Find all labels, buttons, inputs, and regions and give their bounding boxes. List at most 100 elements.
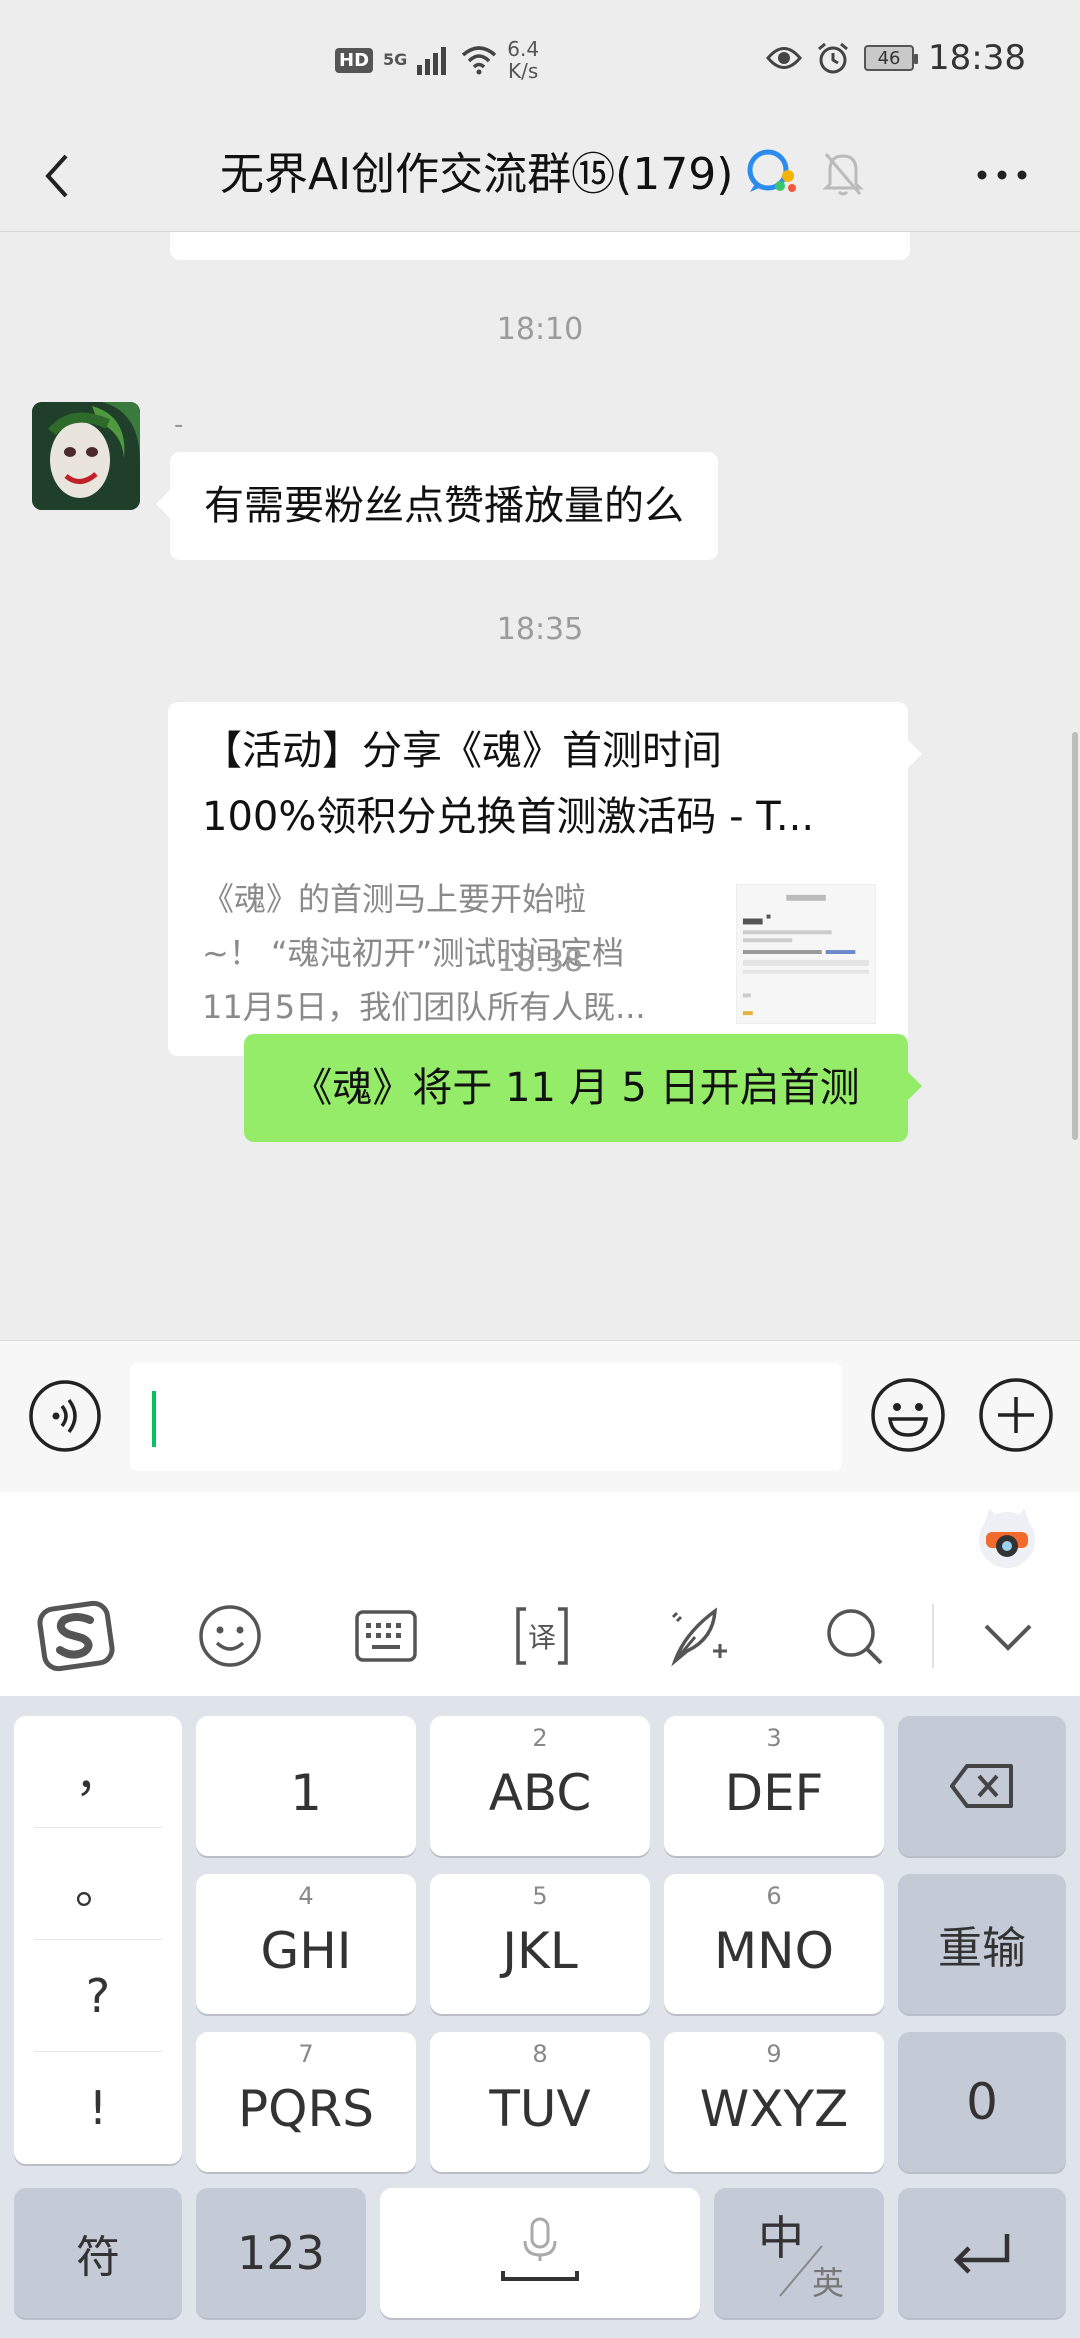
- card-title-line: 【活动】分享《魂》首测时间: [202, 728, 722, 774]
- link-card[interactable]: 【活动】分享《魂》首测时间 100%领积分兑换首测激活码 - T... 《魂》的…: [168, 702, 922, 1056]
- key-5[interactable]: 5 JKL: [430, 1874, 650, 2014]
- language-switch-key[interactable]: 中 英: [714, 2188, 884, 2318]
- message-bubble[interactable]: 有需要粉丝点赞播放量的么: [156, 452, 718, 560]
- message-list[interactable]: 18:10 - 有需要粉丝点赞播放量的么 18:35 【活动】分享《魂》首测时间…: [0, 232, 1080, 1340]
- key-1[interactable]: 1: [196, 1716, 416, 1856]
- key-number: 2: [532, 1724, 548, 1752]
- symbols-key[interactable]: 符: [14, 2188, 182, 2318]
- key-label: TUV: [489, 2080, 591, 2138]
- my-message-bubble[interactable]: 《魂》将于 11 月 5 日开启首测: [244, 1034, 922, 1142]
- numbers-key[interactable]: 123: [196, 2188, 366, 2318]
- svg-text:译: 译: [528, 1621, 556, 1654]
- card-desc-line: 《魂》的首测马上要开始啦: [202, 880, 587, 918]
- punct-key[interactable]: !: [34, 2052, 162, 2164]
- sogou-logo-button[interactable]: [36, 1596, 116, 1676]
- key-label: GHI: [260, 1922, 352, 1980]
- key-number: 6: [766, 1882, 782, 1910]
- battery-level: 46: [877, 47, 901, 69]
- hd-badge: HD: [335, 47, 374, 73]
- lang-sub-label: 英: [812, 2264, 845, 2302]
- key-number: 4: [298, 1882, 314, 1910]
- search-icon: [827, 1609, 883, 1665]
- key-label: PQRS: [238, 2080, 374, 2138]
- timestamp: 18:38: [496, 944, 584, 979]
- sender-name: -: [174, 410, 184, 440]
- back-button[interactable]: [30, 146, 90, 206]
- backspace-icon: [950, 1764, 1013, 1808]
- quill-icon: [671, 1607, 727, 1667]
- more-options-button[interactable]: [972, 150, 1032, 200]
- key-9[interactable]: 9 WXYZ: [664, 2032, 884, 2172]
- translate-icon: 译: [516, 1607, 568, 1665]
- key-0[interactable]: 0: [898, 2032, 1066, 2172]
- battery-icon: 46: [864, 45, 919, 71]
- punct-key[interactable]: ?: [34, 1940, 162, 2052]
- key-3[interactable]: 3 DEF: [664, 1716, 884, 1856]
- space-key[interactable]: [380, 2188, 700, 2318]
- chat-header: 无界AI创作交流群⑮(179): [0, 120, 1080, 232]
- ime-toolbar: 译: [0, 1492, 1080, 1696]
- key-number: 8: [532, 2040, 548, 2068]
- translate-button[interactable]: 译: [502, 1596, 582, 1676]
- keyboard-icon: [355, 1610, 417, 1662]
- punctuation-column[interactable]: ， 。 ? !: [14, 1716, 182, 2164]
- card-title: 【活动】分享《魂》首测时间 100%领积分兑换首测激活码 - T...: [202, 718, 882, 850]
- wifi-icon: [462, 46, 497, 75]
- network-type: 5G: [383, 50, 408, 69]
- microphone-icon: [501, 2217, 579, 2281]
- text-caret: [152, 1391, 156, 1447]
- reenter-key[interactable]: 重输: [898, 1874, 1066, 2014]
- key-number: 9: [766, 2040, 782, 2068]
- timestamp: 18:35: [496, 612, 584, 647]
- mute-bell-icon: [822, 153, 864, 196]
- voice-input-button[interactable]: [28, 1379, 102, 1453]
- ime-mascot-icon[interactable]: [976, 1502, 1038, 1572]
- key-label: MNO: [714, 1922, 834, 1980]
- key-number: 5: [532, 1882, 548, 1910]
- scrollbar[interactable]: [1072, 732, 1078, 1140]
- key-8[interactable]: 8 TUV: [430, 2032, 650, 2172]
- punct-key[interactable]: 。: [34, 1828, 162, 1940]
- handwriting-button[interactable]: [658, 1596, 738, 1676]
- card-title-line: 100%领积分兑换首测激活码 - T...: [202, 794, 815, 840]
- punct-key[interactable]: ，: [34, 1716, 162, 1828]
- card-desc-line: 11月5日，我们团队所有人既...: [202, 988, 646, 1026]
- enter-key[interactable]: [898, 2188, 1066, 2318]
- key-7[interactable]: 7 PQRS: [196, 2032, 416, 2172]
- emoji-panel-button[interactable]: [190, 1596, 270, 1676]
- key-label: WXYZ: [699, 2080, 849, 2138]
- sogou-icon: [37, 1600, 115, 1672]
- network-speed: 6.4 K/s: [507, 38, 539, 82]
- clock: 18:38: [928, 38, 1026, 78]
- status-bar: HD 5G 6.4 K/s 46 18:38: [0, 0, 1080, 120]
- key-2[interactable]: 2 ABC: [430, 1716, 650, 1856]
- key-6[interactable]: 6 MNO: [664, 1874, 884, 2014]
- avatar[interactable]: [32, 402, 140, 510]
- message-bubble-partial[interactable]: [170, 232, 910, 260]
- collapse-keyboard-button[interactable]: [968, 1596, 1048, 1676]
- key-label: ABC: [488, 1764, 592, 1822]
- emoji-button[interactable]: [870, 1377, 946, 1453]
- key-label: 1: [290, 1764, 322, 1822]
- chat-title[interactable]: 无界AI创作交流群⑮(179): [220, 138, 733, 202]
- more-functions-button[interactable]: [978, 1377, 1054, 1453]
- timestamp: 18:10: [496, 312, 584, 347]
- backspace-key[interactable]: [898, 1716, 1066, 1856]
- enter-icon: [953, 2234, 1010, 2274]
- keyboard-layout-button[interactable]: [346, 1596, 426, 1676]
- group-chat-icon: [747, 149, 796, 192]
- speed-value: 6.4: [507, 37, 540, 61]
- key-label: JKL: [502, 1922, 578, 1980]
- t9-keyboard: ， 。 ? ! 1 2 ABC 3 DEF 4 GHI 5 JKL 6 MNO 重输 7 P…: [0, 1696, 1080, 2338]
- chevron-down-icon: [984, 1624, 1032, 1651]
- status-left-group: HD 5G 6.4 K/s: [335, 38, 539, 82]
- alarm-icon: [818, 42, 848, 74]
- speed-unit: K/s: [508, 59, 539, 83]
- key-4[interactable]: 4 GHI: [196, 1874, 416, 2014]
- message-input[interactable]: [130, 1363, 842, 1471]
- ime-search-button[interactable]: [814, 1596, 894, 1676]
- toolbar-divider: [932, 1604, 934, 1668]
- smiley-icon: [199, 1605, 261, 1667]
- status-right-group: 46 18:38: [766, 38, 1026, 78]
- key-label: DEF: [724, 1764, 824, 1822]
